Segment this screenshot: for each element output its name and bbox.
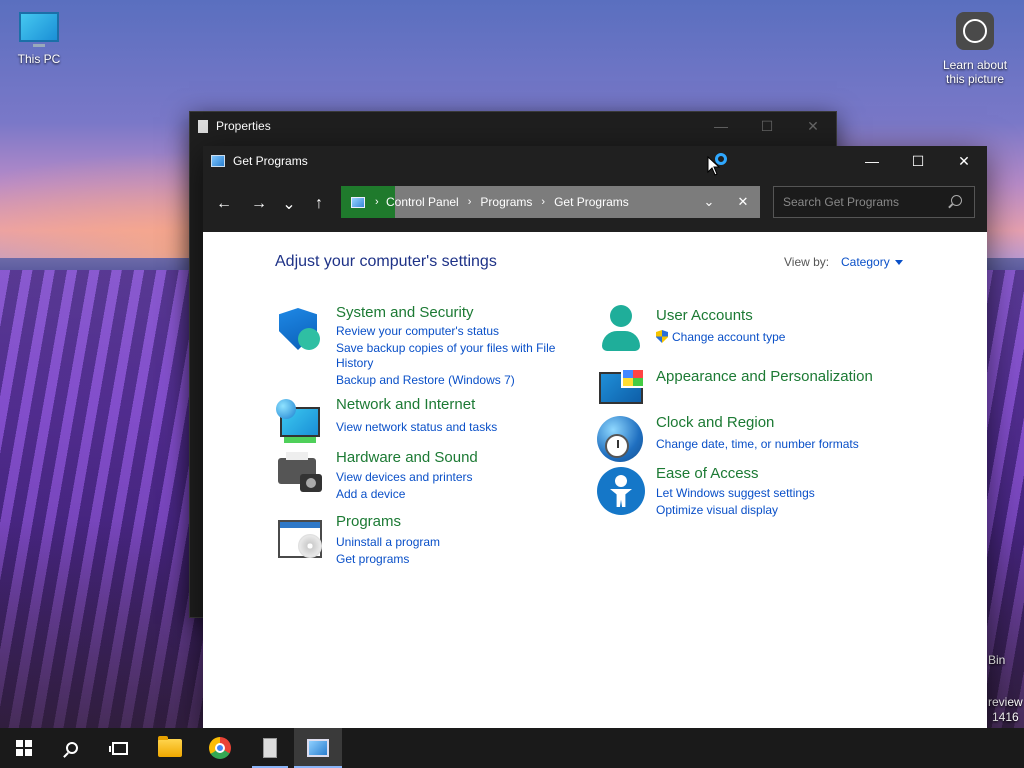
uac-shield-icon <box>656 330 668 343</box>
category-title[interactable]: Appearance and Personalization <box>656 368 873 385</box>
category-link[interactable]: Review your computer's status <box>336 323 499 340</box>
taskbar <box>0 728 1024 768</box>
category-title[interactable]: User Accounts <box>656 307 753 324</box>
taskbar-search-button[interactable] <box>48 728 96 768</box>
address-bar-actions: ⌄ ✕ <box>692 186 760 218</box>
taskbar-control-panel[interactable] <box>294 728 342 768</box>
control-panel-icon <box>211 155 225 167</box>
category-link[interactable]: Get programs <box>336 551 409 568</box>
breadcrumb: Control Panel › Programs › Get Programs <box>386 195 629 209</box>
breadcrumb-get-programs[interactable]: Get Programs <box>554 195 629 209</box>
taskbar-properties[interactable] <box>246 728 294 768</box>
properties-title: Properties <box>216 119 271 133</box>
category-link-continued[interactable]: History <box>336 355 373 372</box>
desktop-icon-label-line2: this picture <box>945 72 1005 86</box>
category-link[interactable]: Backup and Restore (Windows 7) <box>336 372 515 389</box>
up-button[interactable]: ↑ <box>304 189 334 219</box>
back-button[interactable]: ← <box>209 189 239 219</box>
shield-icon[interactable] <box>276 306 322 352</box>
titlebar[interactable]: Get Programs — ☐ ✕ <box>203 146 987 176</box>
get-programs-window[interactable]: Get Programs — ☐ ✕ ← → ⌄ ↑ › Control Pan… <box>203 146 987 728</box>
category-link[interactable]: Change date, time, or number formats <box>656 436 859 453</box>
appearance-icon[interactable] <box>597 366 645 412</box>
window-controls: — ☐ ✕ <box>849 146 987 176</box>
properties-window-controls: — ☐ ✕ <box>698 112 836 140</box>
category-title[interactable]: Ease of Access <box>656 465 759 482</box>
category-title[interactable]: Programs <box>336 513 401 530</box>
address-clear-button[interactable]: ✕ <box>726 194 760 210</box>
view-by-label: View by: <box>784 255 830 269</box>
start-button[interactable] <box>0 728 48 768</box>
ease-of-access-icon[interactable] <box>597 467 645 515</box>
recent-locations-button[interactable]: ⌄ <box>274 189 304 219</box>
minimize-icon[interactable]: — <box>698 112 744 140</box>
recycle-bin-label-fragment: Bin <box>988 653 1006 667</box>
window-title: Get Programs <box>233 154 308 168</box>
control-panel-icon <box>351 196 365 208</box>
search-placeholder: Search Get Programs <box>783 195 900 209</box>
desktop-icon-this-pc[interactable]: This PC <box>1 12 77 66</box>
page-title: Adjust your computer's settings <box>275 253 497 270</box>
taskbar-file-explorer[interactable] <box>146 728 194 768</box>
category-link[interactable]: Add a device <box>336 486 405 503</box>
desktop-icon-label: This PC <box>17 52 61 66</box>
taskbar-chrome[interactable] <box>196 728 244 768</box>
printer-icon[interactable] <box>276 452 322 498</box>
windows-logo-icon <box>16 740 32 756</box>
maximize-button[interactable]: ☐ <box>895 146 941 176</box>
control-panel-icon <box>307 739 329 757</box>
view-by-dropdown[interactable]: Category <box>841 255 903 269</box>
task-view-button[interactable] <box>96 728 144 768</box>
category-title[interactable]: Clock and Region <box>656 414 774 431</box>
properties-icon <box>198 119 208 133</box>
category-link[interactable]: View network status and tasks <box>336 419 497 436</box>
category-link[interactable]: Uninstall a program <box>336 534 440 551</box>
search-icon <box>951 195 962 206</box>
chrome-icon <box>209 737 231 759</box>
close-icon[interactable]: ✕ <box>790 112 836 140</box>
category-link-text: Change account type <box>672 330 786 344</box>
breadcrumb-separator: › <box>467 196 472 208</box>
search-box[interactable]: Search Get Programs <box>773 186 975 218</box>
breadcrumb-programs[interactable]: Programs <box>480 195 532 209</box>
network-icon[interactable] <box>276 399 322 445</box>
programs-icon[interactable] <box>276 516 322 562</box>
clock-globe-icon[interactable] <box>597 416 643 462</box>
control-panel-content: Adjust your computer's settings View by:… <box>203 232 987 728</box>
address-dropdown-button[interactable]: ⌄ <box>692 194 726 210</box>
category-link[interactable]: Optimize visual display <box>656 502 778 519</box>
close-button[interactable]: ✕ <box>941 146 987 176</box>
address-bar[interactable]: › Control Panel › Programs › Get Program… <box>341 186 760 218</box>
properties-icon <box>263 738 277 758</box>
breadcrumb-control-panel[interactable]: Control Panel <box>386 195 459 209</box>
forward-button[interactable]: → <box>244 189 274 219</box>
user-icon[interactable] <box>597 305 643 351</box>
minimize-button[interactable]: — <box>849 146 895 176</box>
maximize-icon[interactable]: ☐ <box>744 112 790 140</box>
desktop-icon-label-line1: Learn about <box>942 58 1008 72</box>
category-link[interactable]: View devices and printers <box>336 469 473 486</box>
desktop-icon-learn-about-picture[interactable]: Learn about this picture <box>937 12 1013 86</box>
monitor-icon <box>19 12 59 47</box>
category-title[interactable]: Hardware and Sound <box>336 449 478 466</box>
camera-icon <box>956 12 994 50</box>
category-title[interactable]: Network and Internet <box>336 396 475 413</box>
breadcrumb-separator: › <box>541 196 546 208</box>
search-icon <box>66 742 78 754</box>
watermark-line1: review <box>988 695 1023 709</box>
mouse-pointer-icon <box>707 156 721 176</box>
chevron-right-icon: › <box>375 196 379 208</box>
category-link[interactable]: Change account type <box>656 329 785 346</box>
task-view-icon <box>109 741 128 755</box>
category-link[interactable]: Let Windows suggest settings <box>656 485 815 502</box>
watermark-line2: 1416 <box>992 710 1019 724</box>
file-explorer-icon <box>158 736 182 757</box>
category-title[interactable]: System and Security <box>336 304 474 321</box>
